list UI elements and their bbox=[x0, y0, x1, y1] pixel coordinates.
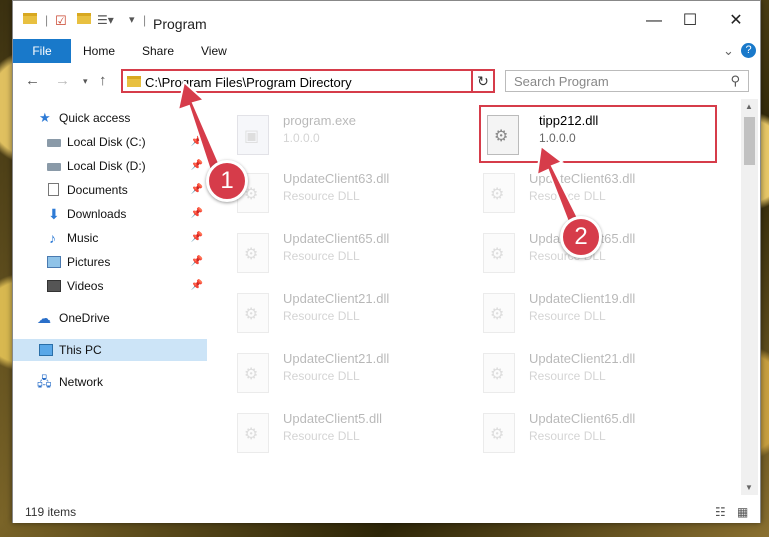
callout-badge-2: 2 bbox=[560, 216, 602, 258]
callout-arrows bbox=[176, 80, 584, 234]
callout-badge-1: 1 bbox=[206, 160, 248, 202]
